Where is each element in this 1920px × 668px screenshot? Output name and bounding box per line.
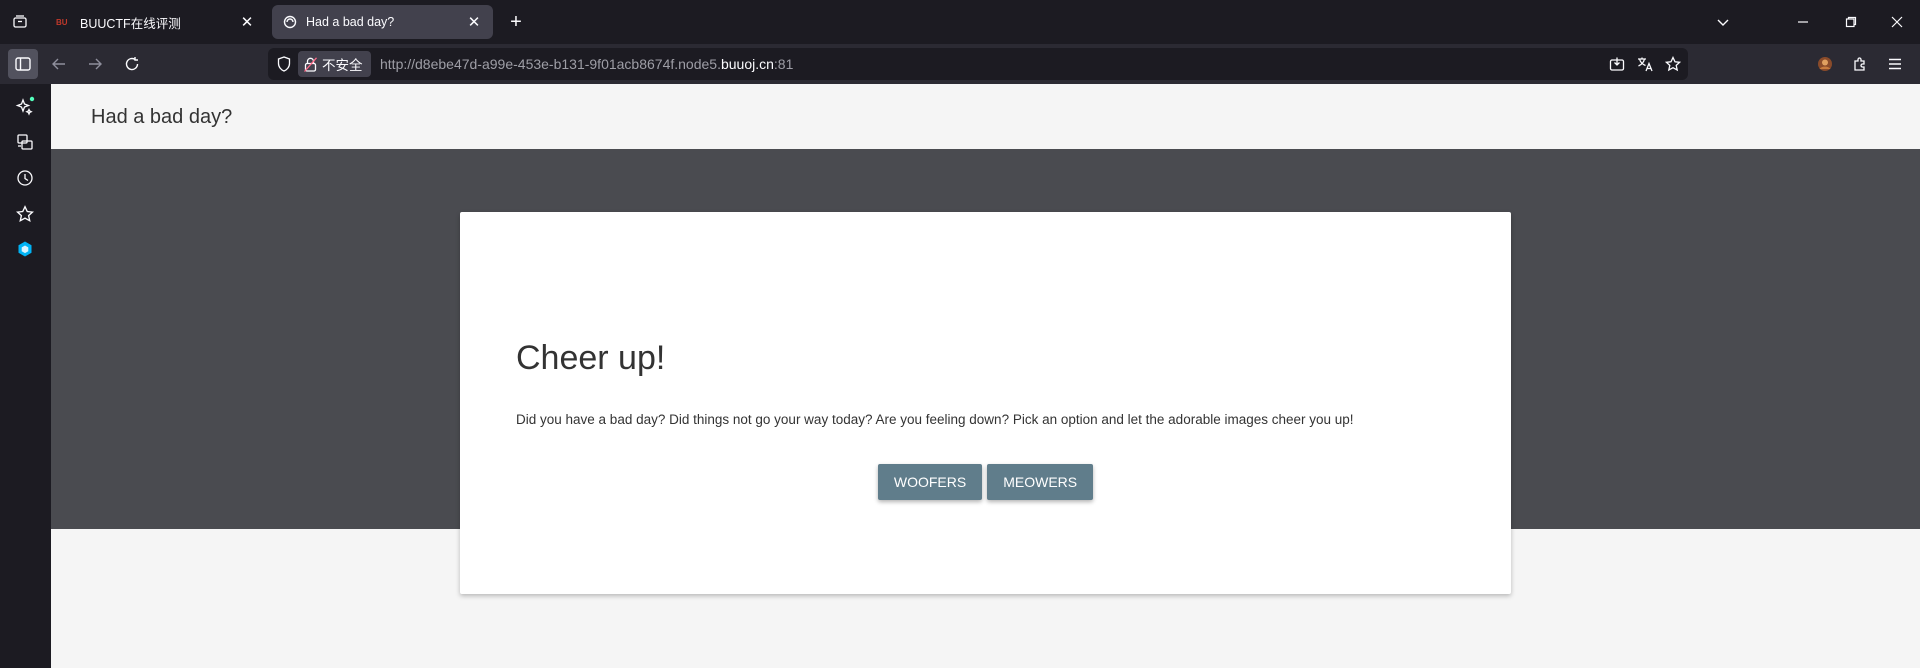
- forward-arrow-icon[interactable]: [80, 49, 110, 79]
- restore-icon[interactable]: [1828, 0, 1874, 44]
- tab-had-a-bad-day[interactable]: Had a bad day? ✕: [272, 5, 493, 39]
- minimize-icon[interactable]: [1780, 0, 1826, 44]
- address-bar[interactable]: 不安全 http://d8ebe47d-a99e-453e-b131-9f01a…: [268, 48, 1688, 80]
- profile-avatar-icon[interactable]: [1810, 49, 1840, 79]
- chevron-down-icon[interactable]: [1700, 0, 1746, 44]
- close-tab-icon[interactable]: ✕: [465, 13, 483, 31]
- browser-sidebar: [0, 84, 51, 668]
- meowers-button[interactable]: MEOWERS: [987, 464, 1094, 500]
- tab-buuctf[interactable]: BU BUUCTF在线评测 ✕: [46, 5, 266, 39]
- site-header: Had a bad day?: [51, 84, 1920, 149]
- translate-icon[interactable]: [1634, 53, 1656, 75]
- tab-title: Had a bad day?: [306, 15, 395, 29]
- bookmark-star-icon[interactable]: [1662, 53, 1684, 75]
- cheer-up-card: Cheer up! Did you have a bad day? Did th…: [460, 212, 1511, 594]
- save-page-icon[interactable]: [1606, 53, 1628, 75]
- hamburger-menu-icon[interactable]: [1880, 49, 1910, 79]
- globe-favicon-icon: [282, 14, 298, 30]
- svg-text:BU: BU: [56, 18, 68, 27]
- sparkle-ai-icon[interactable]: [13, 94, 37, 118]
- woofers-button[interactable]: WOOFERS: [877, 464, 983, 500]
- tab-bar: BU BUUCTF在线评测 ✕ Had a bad day? ✕ +: [0, 0, 1920, 44]
- extensions-puzzle-icon[interactable]: [1845, 49, 1875, 79]
- sidebar-toggle-icon[interactable]: [8, 49, 38, 79]
- insecure-lock-icon: [304, 56, 317, 72]
- page-description: Did you have a bad day? Did things not g…: [516, 412, 1354, 427]
- reload-icon[interactable]: [117, 49, 147, 79]
- connection-insecure-badge[interactable]: 不安全: [298, 51, 371, 77]
- buuctf-favicon-icon: BU: [56, 14, 72, 30]
- bookmark-star-icon[interactable]: [13, 202, 37, 226]
- site-title[interactable]: Had a bad day?: [91, 106, 232, 129]
- plus-icon[interactable]: +: [502, 8, 530, 36]
- insecure-label: 不安全: [322, 58, 363, 73]
- web-page-content: Had a bad day? Cheer up! Did you have a …: [51, 84, 1920, 668]
- tab-title: BUUCTF在线评测: [80, 16, 181, 31]
- back-arrow-icon[interactable]: [44, 49, 74, 79]
- close-window-icon[interactable]: [1874, 0, 1920, 44]
- page-heading: Cheer up!: [516, 339, 666, 377]
- tracking-shield-icon[interactable]: [275, 55, 293, 73]
- url-text[interactable]: http://d8ebe47d-a99e-453e-b131-9f01acb86…: [380, 56, 793, 72]
- close-tab-icon[interactable]: ✕: [238, 13, 256, 31]
- navigation-toolbar: 不安全 http://d8ebe47d-a99e-453e-b131-9f01a…: [0, 44, 1920, 84]
- synced-tabs-icon[interactable]: [13, 130, 37, 154]
- tab-list-icon[interactable]: [6, 8, 34, 36]
- extension-cube-icon[interactable]: [13, 237, 37, 261]
- history-icon[interactable]: [13, 166, 37, 190]
- option-buttons: WOOFERS MEOWERS: [460, 464, 1511, 500]
